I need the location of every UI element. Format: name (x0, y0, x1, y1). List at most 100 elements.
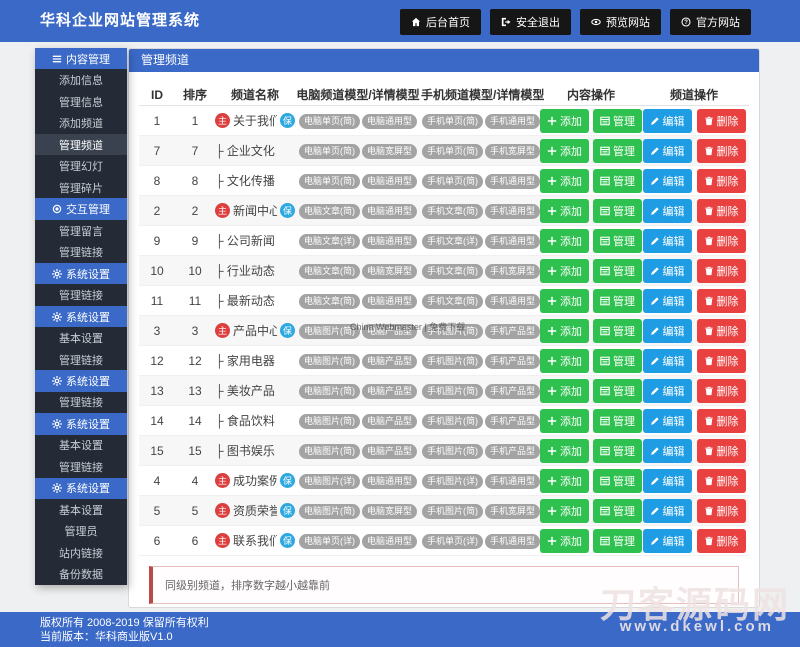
delete-button[interactable]: 删除 (696, 258, 746, 283)
sidebar-section-header[interactable]: 交互管理 (35, 198, 127, 220)
edit-button[interactable]: 编辑 (642, 288, 692, 313)
edit-button-label: 编辑 (662, 235, 685, 248)
manage-button[interactable]: 管理 (593, 348, 642, 373)
manage-button[interactable]: 管理 (593, 228, 642, 253)
delete-button[interactable]: 删除 (696, 228, 746, 253)
delete-button[interactable]: 删除 (696, 168, 746, 193)
delete-button[interactable]: 删除 (696, 408, 746, 433)
delete-button[interactable]: 删除 (696, 108, 746, 133)
sidebar-section-header[interactable]: 系统设置 (35, 477, 127, 500)
manage-button[interactable]: 管理 (593, 528, 642, 553)
edit-button[interactable]: 编辑 (642, 168, 692, 193)
edit-button[interactable]: 编辑 (642, 318, 692, 343)
sidebar-item-label: 添加信息 (59, 75, 103, 88)
manage-button[interactable]: 管理 (593, 258, 642, 283)
delete-button[interactable]: 删除 (696, 468, 746, 493)
edit-button[interactable]: 编辑 (642, 138, 692, 163)
manage-button[interactable]: 管理 (593, 378, 642, 403)
add-button[interactable]: 添加 (540, 318, 589, 343)
manage-button[interactable]: 管理 (593, 168, 642, 193)
add-button[interactable]: 添加 (540, 378, 589, 403)
add-button[interactable]: 添加 (540, 408, 589, 433)
add-button[interactable]: 添加 (540, 138, 589, 163)
delete-button[interactable]: 删除 (696, 198, 746, 223)
delete-button[interactable]: 删除 (696, 378, 746, 403)
model-badge: 手机宽屏型 (485, 503, 541, 519)
sidebar-item[interactable]: 备份数据 (35, 564, 127, 585)
delete-button[interactable]: 删除 (696, 498, 746, 523)
sidebar-item[interactable]: 管理链接 (35, 241, 127, 262)
cell-mobile-models: 手机图片(简) 手机宽屏型 (421, 503, 541, 519)
sidebar-section-header[interactable]: 系统设置 (35, 262, 127, 285)
manage-button[interactable]: 管理 (593, 498, 642, 523)
sidebar-item[interactable]: 基本设置 (35, 327, 127, 348)
sidebar-item[interactable]: 管理链接 (35, 284, 127, 305)
delete-button[interactable]: 删除 (696, 528, 746, 553)
sidebar-item[interactable]: 管理留言 (35, 220, 127, 241)
add-button[interactable]: 添加 (540, 528, 589, 553)
sidebar-item[interactable]: 管理碎片 (35, 177, 127, 198)
sidebar-section-header[interactable]: 系统设置 (35, 305, 127, 328)
add-button[interactable]: 添加 (540, 348, 589, 373)
sidebar-section-header[interactable]: 系统设置 (35, 370, 127, 392)
manage-button[interactable]: 管理 (593, 198, 642, 223)
sidebar-item[interactable]: 基本设置 (35, 499, 127, 520)
edit-button[interactable]: 编辑 (642, 258, 692, 283)
add-button[interactable]: 添加 (540, 288, 589, 313)
sidebar-item[interactable]: 管理链接 (35, 392, 127, 413)
edit-button[interactable]: 编辑 (642, 408, 692, 433)
edit-button[interactable]: 编辑 (642, 498, 692, 523)
sidebar-item[interactable]: 管理链接 (35, 349, 127, 370)
sidebar-item[interactable]: 添加信息 (35, 69, 127, 90)
delete-button[interactable]: 删除 (696, 348, 746, 373)
delete-button[interactable]: 删除 (696, 318, 746, 343)
add-button[interactable]: 添加 (540, 228, 589, 253)
delete-button[interactable]: 删除 (696, 438, 746, 463)
list-icon (600, 146, 610, 156)
model-badge: 手机通用型 (485, 293, 541, 309)
nav-official-button[interactable]: ? 官方网站 (670, 9, 751, 35)
add-button[interactable]: 添加 (540, 438, 589, 463)
manage-button[interactable]: 管理 (593, 468, 642, 493)
cell-mobile-models: 手机文章(简) 手机宽屏型 (421, 263, 541, 279)
sidebar-item[interactable]: 添加频道 (35, 112, 127, 133)
sidebar-section-header[interactable]: 内容管理 (35, 48, 127, 70)
sidebar-item[interactable]: 管理链接 (35, 456, 127, 477)
nav-home-button[interactable]: 后台首页 (400, 9, 481, 35)
cell-channel-actions: 编辑 删除 (641, 228, 747, 253)
sidebar-item[interactable]: 管理员 (35, 521, 127, 542)
sidebar-section-header[interactable]: 系统设置 (35, 413, 127, 435)
nav-preview-button[interactable]: 预览网站 (580, 9, 661, 35)
edit-button[interactable]: 编辑 (642, 228, 692, 253)
manage-button[interactable]: 管理 (593, 108, 642, 133)
sidebar-item[interactable]: 站内链接 (35, 542, 127, 563)
edit-button[interactable]: 编辑 (642, 108, 692, 133)
sidebar-item[interactable]: 管理幻灯 (35, 155, 127, 176)
delete-button[interactable]: 删除 (696, 138, 746, 163)
model-badge: 手机图片(简) (422, 353, 483, 369)
add-button[interactable]: 添加 (540, 258, 589, 283)
edit-button[interactable]: 编辑 (642, 468, 692, 493)
add-button-label: 添加 (560, 175, 582, 188)
sidebar-item[interactable]: 基本设置 (35, 435, 127, 456)
add-button[interactable]: 添加 (540, 498, 589, 523)
add-button[interactable]: 添加 (540, 168, 589, 193)
edit-button[interactable]: 编辑 (642, 378, 692, 403)
add-button[interactable]: 添加 (540, 468, 589, 493)
sidebar-item[interactable]: 管理信息 (35, 91, 127, 112)
manage-button[interactable]: 管理 (593, 318, 642, 343)
edit-button[interactable]: 编辑 (642, 438, 692, 463)
manage-button[interactable]: 管理 (593, 138, 642, 163)
add-button[interactable]: 添加 (540, 198, 589, 223)
manage-button[interactable]: 管理 (593, 408, 642, 433)
edit-button[interactable]: 编辑 (642, 348, 692, 373)
sidebar-item[interactable]: 管理频道 (35, 133, 127, 156)
edit-button[interactable]: 编辑 (642, 528, 692, 553)
manage-button[interactable]: 管理 (593, 288, 642, 313)
keep-badge: 保 (280, 113, 295, 128)
add-button[interactable]: 添加 (540, 108, 589, 133)
delete-button[interactable]: 删除 (696, 288, 746, 313)
edit-button[interactable]: 编辑 (642, 198, 692, 223)
nav-logout-button[interactable]: 安全退出 (490, 9, 571, 35)
manage-button[interactable]: 管理 (593, 438, 642, 463)
